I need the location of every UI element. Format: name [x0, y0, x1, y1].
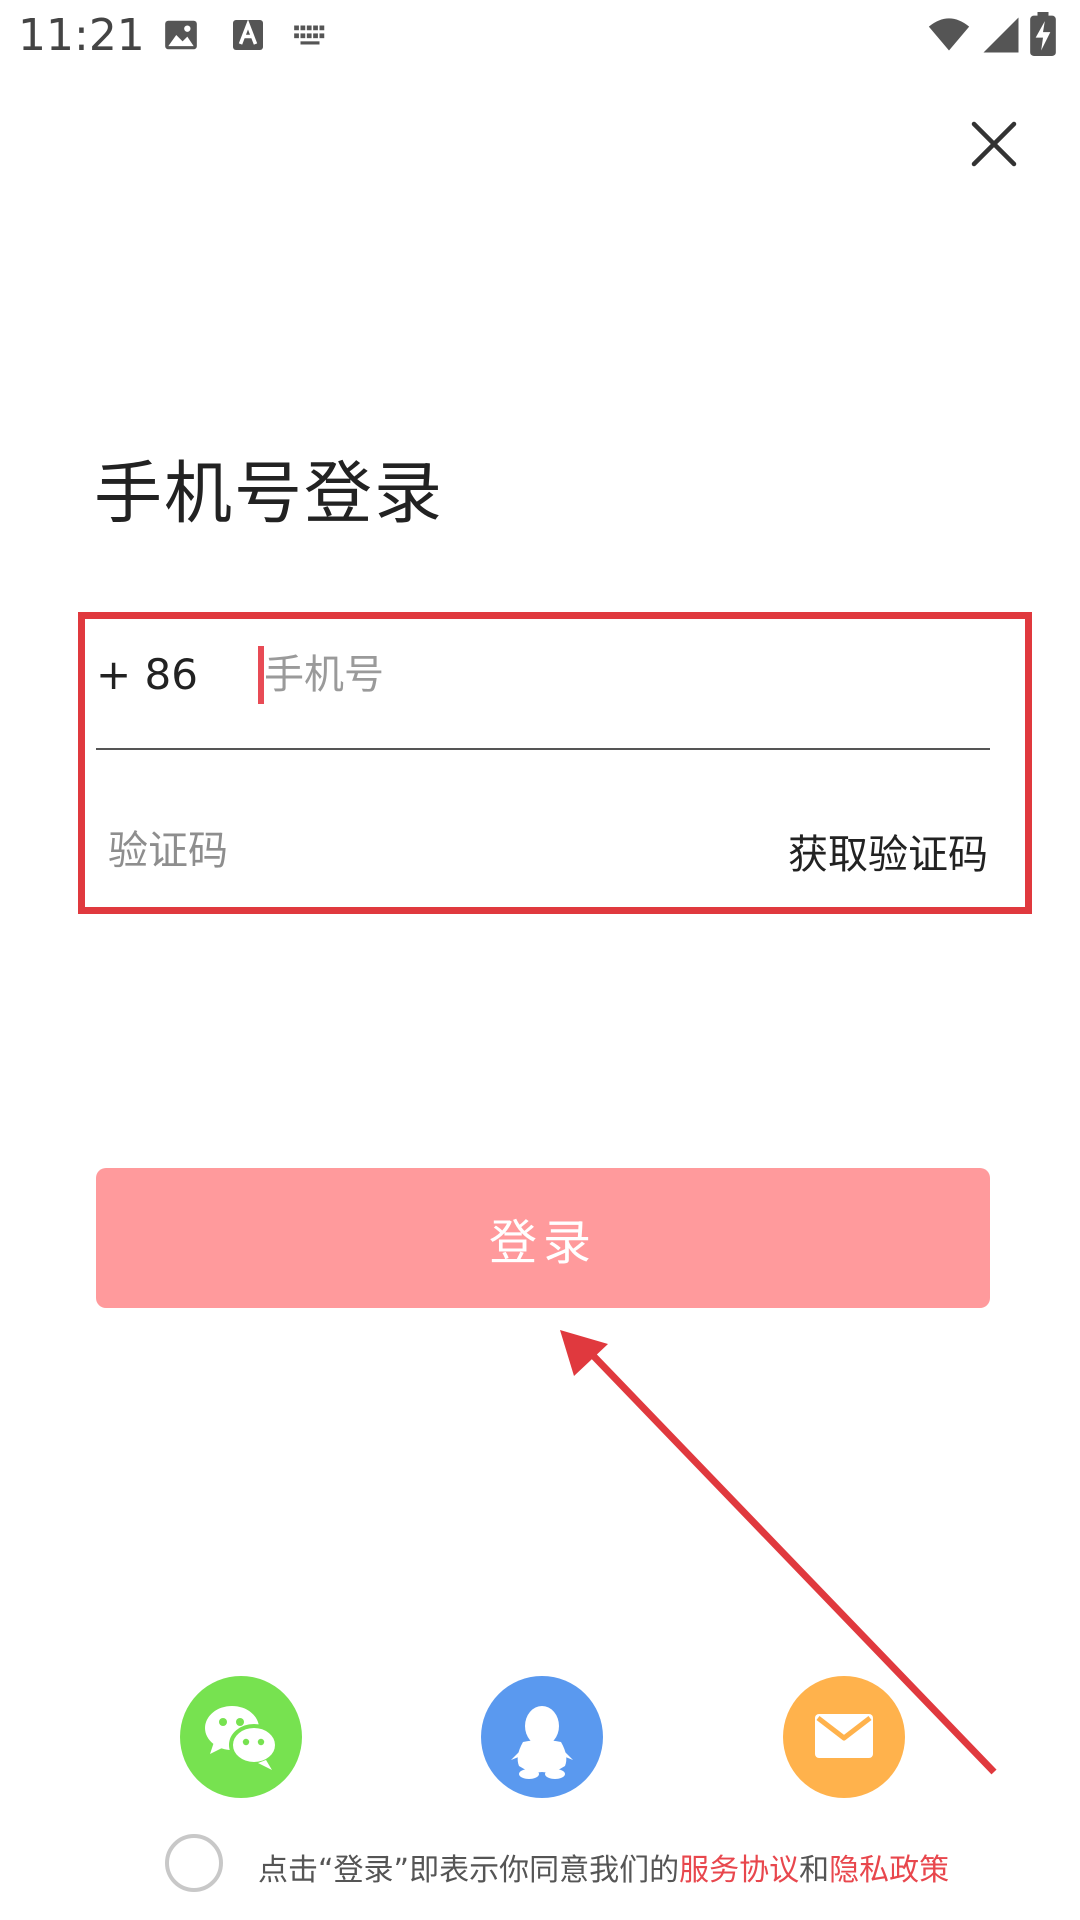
agreement-conjunction: 和 [799, 1853, 830, 1888]
agreement-prefix: 点击“登录”即表示你同意我们的 [258, 1853, 680, 1888]
agreement-checkbox[interactable] [165, 1834, 223, 1892]
service-terms-link[interactable]: 服务协议 [679, 1853, 799, 1888]
wechat-icon [205, 1706, 279, 1770]
highlight-box [78, 612, 1032, 914]
login-button[interactable]: 登录 [96, 1168, 990, 1308]
qq-penguin-icon [511, 1706, 573, 1779]
agreement-text: 点击“登录”即表示你同意我们的服务协议和隐私政策 [258, 1845, 949, 1889]
wechat-login-button[interactable] [180, 1676, 302, 1798]
text-a-icon [233, 19, 263, 50]
status-bar: 11:21 [0, 0, 1080, 75]
image-icon [165, 20, 197, 50]
keyboard-icon [294, 25, 325, 45]
signal-icon [983, 17, 1019, 53]
page-title: 手机号登录 [94, 455, 445, 534]
privacy-policy-link[interactable]: 隐私政策 [829, 1853, 949, 1888]
status-time: 11:21 [18, 10, 145, 61]
login-screen: 11:21 手机号登录 + 86 手机号 验证码 获取验证码 登录 点击“登录”… [0, 0, 1080, 1920]
qq-login-button[interactable] [481, 1676, 603, 1798]
battery-charging-icon [1030, 12, 1056, 56]
close-icon[interactable] [962, 112, 1026, 176]
email-login-button[interactable] [783, 1676, 905, 1798]
mail-icon [815, 1714, 873, 1758]
wifi-icon [928, 18, 970, 51]
